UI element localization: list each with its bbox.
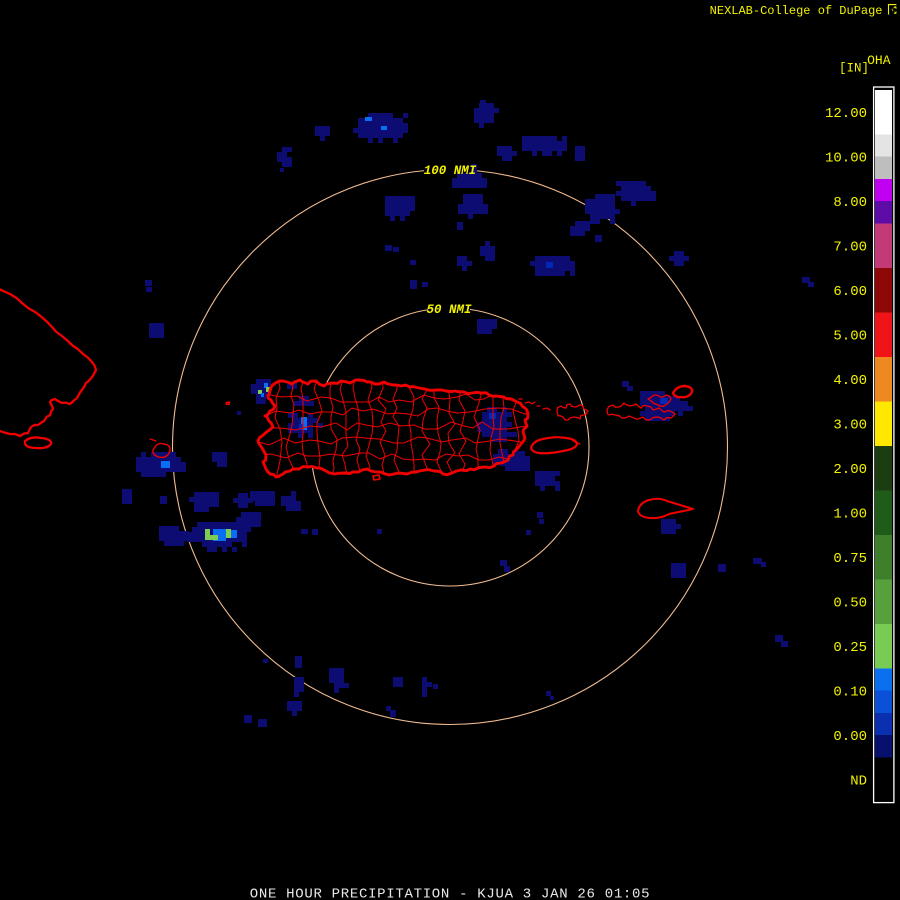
svg-text:NEXLAB-College of DuPage: NEXLAB-College of DuPage [710,4,883,18]
svg-text:OHA: OHA [867,53,891,68]
svg-text:1.00: 1.00 [833,507,867,523]
svg-text:6.00: 6.00 [833,284,867,300]
svg-text:0.75: 0.75 [833,551,867,567]
svg-text:ND: ND [850,774,867,790]
svg-text:0.50: 0.50 [833,596,867,612]
svg-text:ONE HOUR PRECIPITATION - KJUA: ONE HOUR PRECIPITATION - KJUA 3 JAN 26 0… [250,887,650,900]
svg-text:8.00: 8.00 [833,195,867,211]
svg-text:0.00: 0.00 [833,729,867,745]
svg-text:[IN]: [IN] [839,61,869,75]
svg-text:4.00: 4.00 [833,373,867,389]
svg-text:0.10: 0.10 [833,685,867,701]
svg-text:10.00: 10.00 [825,151,867,167]
svg-text:12.00: 12.00 [825,106,867,122]
svg-text:2.00: 2.00 [833,462,867,478]
svg-text:3.00: 3.00 [833,418,867,434]
svg-text:100 NMI: 100 NMI [424,164,477,178]
svg-text:0.25: 0.25 [833,640,867,656]
svg-text:7.00: 7.00 [833,240,867,256]
svg-text:50 NMI: 50 NMI [426,303,472,317]
svg-text:5.00: 5.00 [833,329,867,345]
